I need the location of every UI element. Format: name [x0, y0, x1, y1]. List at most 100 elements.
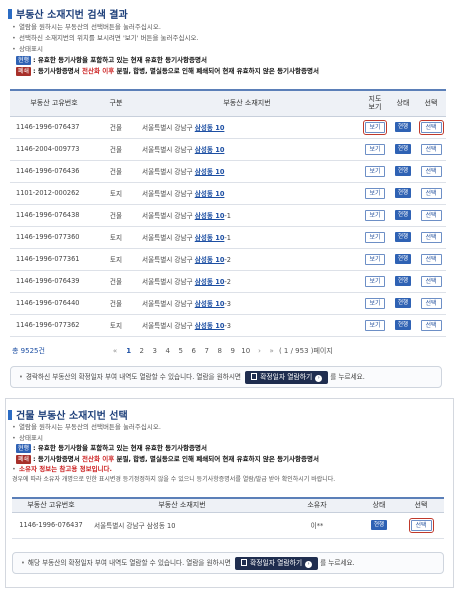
- select-button[interactable]: 선택: [410, 519, 432, 531]
- property-id: 1146-1996-076440: [10, 292, 98, 315]
- address-link[interactable]: 삼성동 10: [195, 256, 225, 264]
- highlight-ring: 선택: [418, 119, 444, 135]
- select-button[interactable]: 선택: [420, 275, 442, 287]
- property-type: 토지: [98, 248, 134, 271]
- help-bullet: 선택하신 소재지번의 위치를 보시려면 '보기' 버튼을 눌러주십시오.: [12, 33, 319, 44]
- select-button[interactable]: 선택: [420, 165, 442, 177]
- last-page-icon[interactable]: »: [267, 347, 277, 355]
- page-number[interactable]: 4: [161, 347, 174, 355]
- map-view-button[interactable]: 보기: [365, 143, 385, 155]
- table-row: 1146-1996-076436 건물 서울특별시 강남구 삼성동 10 보기 현행 선택: [10, 160, 446, 183]
- select-button[interactable]: 선택: [420, 121, 442, 133]
- table-row: 1146-1996-076440 건물 서울특별시 강남구 삼성동 10-3 보기 현행…: [10, 292, 446, 315]
- view-fixed-date-button[interactable]: 확정일자 열람하기 ›: [234, 556, 319, 570]
- status-badge[interactable]: 현행: [395, 210, 411, 220]
- property-address: 서울특별시 강남구 삼성동 10: [134, 160, 360, 183]
- property-address: 서울특별시 강남구 삼성동 10-1: [134, 226, 360, 249]
- select-button[interactable]: 선택: [420, 253, 442, 265]
- select-button[interactable]: 선택: [420, 209, 442, 221]
- property-type: 건물: [98, 204, 134, 227]
- col-header: 상태: [360, 497, 398, 513]
- page-number[interactable]: 8: [213, 347, 226, 355]
- help-bullet: 열람을 원하시는 부동산의 선택버튼을 눌러주십시오.: [12, 22, 319, 33]
- section1-title-text: 부동산 소재지번 검색 결과: [16, 10, 128, 21]
- address-link[interactable]: 삼성동 10: [195, 146, 225, 154]
- col-header: 구분: [98, 89, 134, 117]
- property-address: 서울특별시 강남구 삼성동 10-3: [134, 314, 360, 337]
- view-fixed-date-button[interactable]: 확정일자 열람하기 ›: [245, 370, 329, 384]
- status-badge[interactable]: 현행: [395, 320, 411, 330]
- total-count: 총 9525건: [12, 347, 45, 355]
- address-link[interactable]: 삼성동 10: [195, 300, 225, 308]
- legend-current: 현행: 유효한 등기사항을 포함하고 있는 현재 유효한 등기사항증명서: [16, 56, 207, 65]
- property-type: 토지: [98, 182, 134, 205]
- select-button[interactable]: 선택: [420, 231, 442, 243]
- select-button[interactable]: 선택: [420, 143, 442, 155]
- map-view-button[interactable]: 보기: [365, 297, 385, 309]
- next-page-icon[interactable]: ›: [254, 347, 264, 355]
- map-view-button[interactable]: 보기: [365, 275, 385, 287]
- map-view-button[interactable]: 보기: [365, 319, 385, 331]
- status-badge[interactable]: 현행: [395, 122, 411, 132]
- title-bar-icon: [8, 410, 12, 420]
- property-address: 서울특별시 강남구 삼성동 10: [134, 182, 360, 205]
- property-id: 1146-1996-076436: [10, 160, 98, 183]
- pagination: « 1 2 3 4 5 6 7 8 9 10 › » ( 1 / 953 )페이지: [110, 346, 333, 356]
- map-view-button[interactable]: 보기: [365, 231, 385, 243]
- map-view-button[interactable]: 보기: [365, 253, 385, 265]
- address-link[interactable]: 삼성동 10: [195, 278, 225, 286]
- status-badge[interactable]: 현행: [371, 520, 387, 530]
- page-number[interactable]: 1: [122, 347, 135, 355]
- address-link[interactable]: 삼성동 10: [195, 124, 225, 132]
- section1-title: 부동산 소재지번 검색 결과: [8, 6, 128, 21]
- map-view-button[interactable]: 보기: [365, 209, 385, 221]
- title-bar-icon: [8, 9, 12, 19]
- address-link[interactable]: 삼성동 10: [195, 168, 225, 176]
- select-button[interactable]: 선택: [420, 319, 442, 331]
- page-number[interactable]: 9: [226, 347, 239, 355]
- col-header: 부동산 고유번호: [10, 89, 98, 117]
- legend-closed: 폐쇄: 등기사항증명서 전산화 이후 분필, 합병, 멸실등으로 인해 폐쇄되어…: [16, 67, 319, 76]
- map-view-button[interactable]: 보기: [365, 187, 385, 199]
- legend-current: 현행: 유효한 등기사항을 포함하고 있는 현재 유효한 등기사항증명서: [16, 444, 207, 453]
- first-page-icon[interactable]: «: [110, 347, 120, 355]
- map-view-button[interactable]: 보기: [365, 121, 385, 133]
- property-address: 서울특별시 강남구 삼성동 10-2: [134, 248, 360, 271]
- status-badge[interactable]: 현행: [395, 254, 411, 264]
- status-badge[interactable]: 현행: [395, 166, 411, 176]
- address-link[interactable]: 삼성동 10: [195, 212, 225, 220]
- select-button[interactable]: 선택: [420, 297, 442, 309]
- map-view-button[interactable]: 보기: [365, 165, 385, 177]
- property-address: 서울특별시 강남구 삼성동 10: [134, 138, 360, 161]
- highlight-ring: 보기: [363, 119, 387, 135]
- property-id: 1146-1996-076439: [10, 270, 98, 293]
- page-number[interactable]: 7: [200, 347, 213, 355]
- address-link[interactable]: 삼성동 10: [195, 322, 225, 330]
- address-link[interactable]: 삼성동 10: [195, 190, 225, 198]
- status-badge[interactable]: 현행: [395, 298, 411, 308]
- property-address: 서울특별시 강남구 삼성동 10-1: [134, 204, 360, 227]
- notice-box-2: • 해당 부동산의 확정일자 부여 내역도 열람할 수 있습니다. 열람을 원하시…: [12, 552, 444, 574]
- page-number[interactable]: 6: [187, 347, 200, 355]
- status-badge[interactable]: 현행: [395, 276, 411, 286]
- property-type: 건물: [98, 160, 134, 183]
- page-number[interactable]: 2: [135, 347, 148, 355]
- select-button[interactable]: 선택: [420, 187, 442, 199]
- status-badge[interactable]: 현행: [395, 188, 411, 198]
- table-row: 1146-1996-076437 건물 서울특별시 강남구 삼성동 10 보기 현행 선택: [10, 116, 446, 139]
- property-address: 서울특별시 강남구 삼성동 10: [134, 116, 360, 139]
- status-badge[interactable]: 현행: [395, 144, 411, 154]
- bullet-dot: •: [21, 559, 25, 567]
- property-id: 1101-2012-000262: [10, 182, 98, 205]
- property-type: 건물: [98, 116, 134, 139]
- page-number[interactable]: 3: [148, 347, 161, 355]
- property-type: 건물: [98, 270, 134, 293]
- page-number[interactable]: 10: [239, 347, 252, 355]
- current-badge: 현행: [16, 56, 32, 65]
- address-link[interactable]: 삼성동 10: [195, 234, 225, 242]
- table-row: 1146-1996-077362 토지 서울특별시 강남구 삼성동 10-3 보기 현행…: [10, 314, 446, 337]
- col-header: 부동산 소재지번: [134, 89, 360, 117]
- table-row: 1146-1996-076437 서울특별시 강남구 삼성동 10 이** 현행…: [12, 512, 444, 539]
- page-number[interactable]: 5: [174, 347, 187, 355]
- status-badge[interactable]: 현행: [395, 232, 411, 242]
